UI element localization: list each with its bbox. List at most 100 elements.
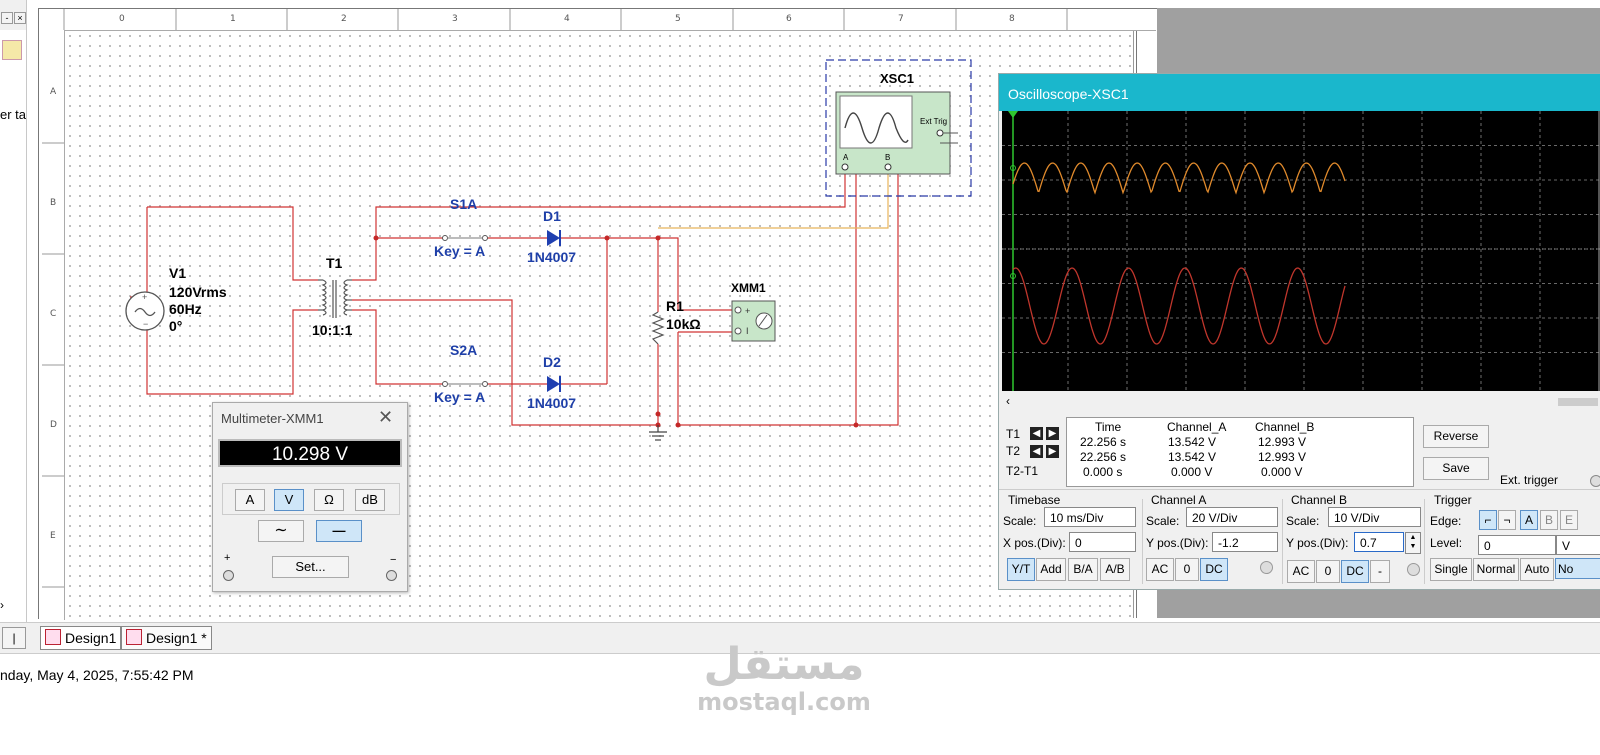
trigger-edge-label: Edge: bbox=[1430, 514, 1462, 528]
trigger-level-input[interactable]: 0 bbox=[1478, 535, 1556, 555]
save-button[interactable]: Save bbox=[1423, 457, 1489, 480]
cursor-marker bbox=[1008, 111, 1018, 118]
ammeter-button[interactable]: A bbox=[235, 489, 265, 511]
channel-b-ypos-label: Y pos.(Div): bbox=[1286, 536, 1349, 550]
channel-b-title: Channel B bbox=[1291, 493, 1348, 507]
trigger-source-b-button[interactable]: B bbox=[1540, 510, 1558, 530]
channel-b-invert-button[interactable]: - bbox=[1370, 560, 1390, 583]
oscilloscope-screen[interactable] bbox=[1002, 111, 1600, 391]
channel-a-ac-button[interactable]: AC bbox=[1146, 558, 1174, 581]
multimeter-reading: 10.298 V bbox=[218, 439, 402, 467]
trigger-single-button[interactable]: Single bbox=[1430, 558, 1472, 581]
ruler-column-label: 8 bbox=[1009, 14, 1015, 24]
trigger-source-a-button[interactable]: A bbox=[1520, 510, 1538, 530]
delta-channel-a: 0.000 V bbox=[1171, 465, 1213, 479]
ruler-column-label: 4 bbox=[564, 14, 570, 24]
trigger-level-label: Level: bbox=[1430, 536, 1463, 550]
ruler-row-label: E bbox=[50, 531, 56, 541]
ruler-column-label: 3 bbox=[452, 14, 458, 24]
voltmeter-button[interactable]: V bbox=[274, 489, 304, 511]
multimeter-window[interactable]: Multimeter-XMM1 ✕ 10.298 V A V Ω dB ∼ — … bbox=[212, 402, 408, 592]
channel-b-dc-button[interactable]: DC bbox=[1341, 560, 1369, 583]
timebase-scale-input[interactable]: 10 ms/Div bbox=[1044, 507, 1136, 527]
ohmmeter-button[interactable]: Ω bbox=[314, 489, 344, 511]
ruler-row-label: D bbox=[50, 420, 57, 430]
ab-mode-button[interactable]: A/B bbox=[1100, 558, 1130, 581]
positive-terminal[interactable] bbox=[223, 570, 234, 581]
add-mode-button[interactable]: Add bbox=[1036, 558, 1066, 581]
channel-a-scale-input[interactable]: 20 V/Div bbox=[1186, 507, 1278, 527]
reverse-button[interactable]: Reverse bbox=[1423, 425, 1489, 448]
ruler-column-label: 1 bbox=[230, 14, 236, 24]
circuit-schematic: + − + I V1 120Vrms 60Hz 0° T1 10:1:1 S1A… bbox=[42, 9, 1068, 588]
trigger-level-unit[interactable]: V bbox=[1556, 535, 1600, 555]
channel-b-ac-button[interactable]: AC bbox=[1287, 560, 1315, 583]
design-file-icon bbox=[126, 629, 142, 645]
ba-mode-button[interactable]: B/A bbox=[1068, 558, 1098, 581]
ruler-column-label: 0 bbox=[119, 14, 125, 24]
decibel-button[interactable]: dB bbox=[355, 489, 385, 511]
trigger-normal-button[interactable]: Normal bbox=[1473, 558, 1519, 581]
readout-header-channel-a: Channel_A bbox=[1167, 420, 1227, 434]
delta-channel-b: 0.000 V bbox=[1261, 465, 1303, 479]
dc-mode-button[interactable]: — bbox=[316, 520, 362, 542]
v1-name-label: V1 bbox=[169, 265, 186, 281]
t2-channel-b: 12.993 V bbox=[1258, 450, 1307, 464]
negative-terminal[interactable] bbox=[386, 570, 397, 581]
channel-a-terminal[interactable] bbox=[1260, 561, 1273, 574]
oscilloscope-titlebar[interactable]: Oscilloscope-XSC1 bbox=[999, 74, 1600, 111]
tab-scroll-left[interactable]: | bbox=[2, 627, 26, 649]
channel-b-ypos-spinner[interactable]: ▲ ▼ bbox=[1405, 532, 1421, 554]
channel-a-dc-button[interactable]: DC bbox=[1200, 558, 1228, 581]
watermark-arabic: مستقل bbox=[703, 639, 865, 690]
t2-right-arrow-icon[interactable]: ▶ bbox=[1046, 445, 1059, 458]
channel-b-zero-button[interactable]: 0 bbox=[1316, 560, 1340, 583]
channel-b-ypos-input[interactable]: 0.7 bbox=[1354, 532, 1404, 552]
readout-header-channel-b: Channel_B bbox=[1255, 420, 1315, 434]
ext-trig-label: Ext Trig bbox=[920, 117, 947, 126]
d2-label: D2 bbox=[543, 354, 561, 370]
scroll-thumb[interactable] bbox=[1558, 398, 1598, 406]
channel-b-terminal[interactable] bbox=[1407, 563, 1420, 576]
trigger-title: Trigger bbox=[1434, 493, 1472, 507]
channel-a-zero-button[interactable]: 0 bbox=[1175, 558, 1199, 581]
set-button[interactable]: Set... bbox=[272, 556, 349, 578]
trigger-source-ext-button[interactable]: E bbox=[1560, 510, 1578, 530]
trigger-none-button[interactable]: No bbox=[1555, 558, 1600, 579]
ground-symbol bbox=[649, 425, 667, 441]
t1-right-arrow-icon[interactable]: ▶ bbox=[1046, 427, 1059, 440]
screen-scrollbar[interactable]: ‹ bbox=[1002, 394, 1600, 410]
tab-design1-modified[interactable]: Design1 * bbox=[121, 626, 212, 650]
scroll-left-icon[interactable]: ‹ bbox=[1006, 394, 1010, 408]
ac-mode-button[interactable]: ∼ bbox=[258, 520, 304, 542]
timebase-xpos-input[interactable]: 0 bbox=[1069, 532, 1136, 552]
ext-trigger-terminal[interactable] bbox=[1590, 475, 1600, 487]
t2-left-arrow-icon[interactable]: ◀ bbox=[1030, 445, 1043, 458]
close-icon[interactable]: ✕ bbox=[378, 407, 393, 428]
positive-terminal-label: + bbox=[224, 552, 231, 564]
tab-design1[interactable]: Design1 bbox=[40, 626, 122, 650]
rising-edge-icon[interactable]: ⌐ bbox=[1479, 510, 1497, 530]
multimeter-symbol: + I bbox=[731, 300, 776, 342]
t1-channel-a: 13.542 V bbox=[1168, 435, 1217, 449]
oscilloscope-window[interactable]: Oscilloscope-XSC1 ‹ T1 ◀ ▶ T2 ◀ ▶ T2-T1 … bbox=[998, 73, 1600, 590]
r1-value-label: 10kΩ bbox=[666, 316, 701, 332]
t1-ratio-label: 10:1:1 bbox=[312, 322, 353, 338]
channel-a-ypos-input[interactable]: -1.2 bbox=[1212, 532, 1278, 552]
falling-edge-icon[interactable]: ¬ bbox=[1498, 510, 1516, 530]
ruler-column-label: 7 bbox=[898, 14, 904, 24]
watermark: مستقل mostaql.com bbox=[688, 639, 880, 716]
t1-left-arrow-icon[interactable]: ◀ bbox=[1030, 427, 1043, 440]
channel-b-scale-label: Scale: bbox=[1286, 514, 1320, 528]
watermark-latin: mostaql.com bbox=[697, 688, 871, 716]
trigger-auto-button[interactable]: Auto bbox=[1520, 558, 1554, 581]
t1-channel-b: 12.993 V bbox=[1258, 435, 1307, 449]
svg-text:I: I bbox=[746, 326, 749, 336]
t2-label: T2 bbox=[1006, 444, 1021, 458]
yt-mode-button[interactable]: Y/T bbox=[1007, 558, 1035, 581]
scope-ch-a-label: A bbox=[843, 153, 849, 162]
timebase-scale-label: Scale: bbox=[1003, 514, 1037, 528]
channel-b-scale-input[interactable]: 10 V/Div bbox=[1328, 507, 1421, 527]
cursor-readout-table: Time Channel_A Channel_B 22.256 s 13.542… bbox=[1066, 417, 1414, 487]
divider bbox=[999, 489, 1600, 490]
